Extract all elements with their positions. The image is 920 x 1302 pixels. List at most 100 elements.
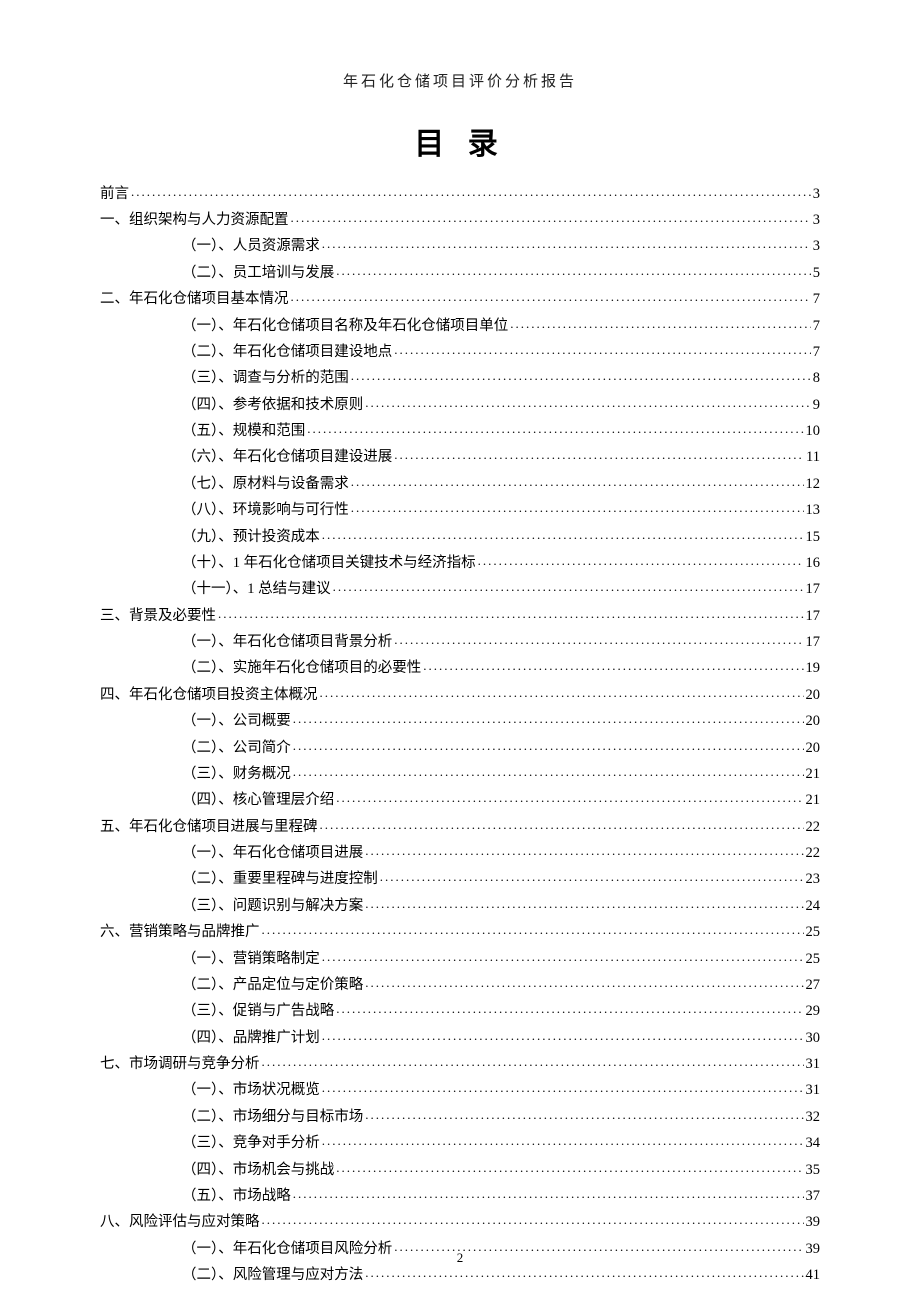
toc-entry-label: （一）、年石化仓储项目背景分析 [182, 635, 392, 650]
toc-entry[interactable]: （九）、预计投资成本 15 [100, 522, 820, 548]
toc-entry[interactable]: （三）、调查与分析的范围8 [100, 364, 820, 390]
toc-entry-label: （二）、风险管理与应对方法 [182, 1268, 363, 1283]
toc-entry[interactable]: （二）、重要里程碑与进度控制23 [100, 865, 820, 891]
toc-entry[interactable]: （八）、环境影响与可行性13 [100, 496, 820, 522]
toc-entry[interactable]: （三）、问题识别与解决方案24 [100, 891, 820, 917]
toc-entry[interactable]: （五）、市场战略37 [100, 1181, 820, 1207]
toc-entry-label: 二、年石化仓储项目基本情况 [100, 292, 289, 307]
toc-entry[interactable]: （四）、参考依据和技术原则9 [100, 390, 820, 416]
toc-entry-label: （四）、核心管理层介绍 [182, 793, 334, 808]
toc-entry[interactable]: （一）、人员资源需求 3 [100, 232, 820, 258]
toc-title: 目 录 [100, 119, 820, 163]
toc-entry-page: 19 [806, 661, 821, 676]
toc-leader-dots [394, 447, 804, 462]
toc-entry[interactable]: （二）、公司简介20 [100, 733, 820, 759]
toc-leader-dots [351, 368, 811, 383]
toc-entry[interactable]: （四）、市场机会与挑战35 [100, 1155, 820, 1181]
toc-leader-dots [291, 210, 811, 225]
toc-leader-dots [322, 236, 811, 251]
toc-entry[interactable]: （三）、竞争对手分析34 [100, 1129, 820, 1155]
toc-entry-page: 29 [806, 1004, 821, 1019]
toc-entry-label: （三）、促销与广告战略 [182, 1004, 334, 1019]
toc-entry-page: 20 [806, 688, 821, 703]
toc-leader-dots [262, 1054, 804, 1069]
toc-entry-label: 前言 [100, 187, 129, 202]
toc-entry-label: 六、营销策略与品牌推广 [100, 925, 260, 940]
toc-entry-page: 32 [806, 1110, 821, 1125]
toc-entry-label: （二）、实施年石化仓储项目的必要性 [182, 661, 421, 676]
toc-entry[interactable]: 三、背景及必要性 17 [100, 601, 820, 627]
toc-entry-page: 7 [813, 292, 820, 307]
toc-leader-dots [333, 579, 804, 594]
toc-entry-page: 8 [813, 371, 820, 386]
toc-entry-page: 10 [806, 424, 821, 439]
toc-entry-label: （五）、市场战略 [182, 1189, 291, 1204]
toc-entry[interactable]: 四、年石化仓储项目投资主体概况20 [100, 680, 820, 706]
toc-entry[interactable]: （二）、产品定位与定价策略27 [100, 970, 820, 996]
toc-entry[interactable]: （二）、实施年石化仓储项目的必要性 19 [100, 654, 820, 680]
page-number: 2 [0, 1250, 920, 1266]
toc-entry-page: 16 [806, 556, 821, 571]
toc-entry-label: （四）、市场机会与挑战 [182, 1163, 334, 1178]
toc-entry[interactable]: 二、年石化仓储项目基本情况 7 [100, 285, 820, 311]
toc-entry[interactable]: （四）、品牌推广计划30 [100, 1023, 820, 1049]
toc-entry-page: 21 [806, 793, 821, 808]
toc-entry-page: 17 [806, 609, 821, 624]
toc-leader-dots [131, 183, 811, 198]
toc-entry[interactable]: （二）、员工培训与发展5 [100, 258, 820, 284]
toc-entry-label: （四）、品牌推广计划 [182, 1031, 320, 1046]
toc-entry-page: 25 [806, 925, 821, 940]
toc-entry-label: （二）、公司简介 [182, 741, 291, 756]
toc-entry-label: （十）、1 年石化仓储项目关键技术与经济指标 [182, 556, 476, 571]
toc-leader-dots [293, 711, 804, 726]
toc-entry[interactable]: 前言3 [100, 179, 820, 205]
toc-entry[interactable]: （十）、1 年石化仓储项目关键技术与经济指标 16 [100, 548, 820, 574]
toc-entry-label: （二）、产品定位与定价策略 [182, 978, 363, 993]
toc-leader-dots [365, 1106, 803, 1121]
toc-leader-dots [336, 262, 811, 277]
toc-entry[interactable]: （三）、财务概况 21 [100, 759, 820, 785]
toc-entry[interactable]: （二）、年石化仓储项目建设地点7 [100, 337, 820, 363]
toc-entry-label: （一）、人员资源需求 [182, 239, 320, 254]
toc-entry-label: （三）、竞争对手分析 [182, 1136, 320, 1151]
toc-entry[interactable]: 一、组织架构与人力资源配置3 [100, 205, 820, 231]
toc-entry[interactable]: （六）、年石化仓储项目建设进展11 [100, 443, 820, 469]
toc-entry[interactable]: （一）、公司概要20 [100, 707, 820, 733]
toc-entry-page: 3 [813, 239, 820, 254]
toc-entry[interactable]: 五、年石化仓储项目进展与里程碑22 [100, 812, 820, 838]
toc-entry[interactable]: （七）、原材料与设备需求12 [100, 469, 820, 495]
toc-entry-page: 3 [813, 213, 820, 228]
toc-entry-page: 15 [806, 530, 821, 545]
toc-entry[interactable]: （四）、核心管理层介绍 21 [100, 786, 820, 812]
toc-entry[interactable]: 六、营销策略与品牌推广 25 [100, 918, 820, 944]
toc-leader-dots [322, 1027, 804, 1042]
toc-leader-dots [336, 790, 803, 805]
toc-entry-page: 21 [806, 767, 821, 782]
toc-entry-page: 23 [806, 872, 821, 887]
toc-entry[interactable]: 八、风险评估与应对策略39 [100, 1208, 820, 1234]
toc-entry[interactable]: （一）、年石化仓储项目名称及年石化仓储项目单位7 [100, 311, 820, 337]
toc-leader-dots [510, 315, 811, 330]
toc-leader-dots [322, 1133, 804, 1148]
toc-entry[interactable]: （一）、年石化仓储项目背景分析17 [100, 627, 820, 653]
toc-entry[interactable]: （一）、营销策略制定25 [100, 944, 820, 970]
toc-leader-dots [365, 895, 803, 910]
toc-entry-label: （一）、年石化仓储项目名称及年石化仓储项目单位 [182, 319, 508, 334]
toc-entry-label: 三、背景及必要性 [100, 609, 216, 624]
toc-leader-dots [351, 500, 804, 515]
toc-entry[interactable]: （十一）、1 总结与建议17 [100, 575, 820, 601]
toc-leader-dots [336, 1159, 803, 1174]
toc-entry-label: （九）、预计投资成本 [182, 530, 320, 545]
toc-entry-label: （三）、财务概况 [182, 767, 291, 782]
toc-entry-page: 12 [806, 477, 821, 492]
toc-entry[interactable]: （五）、规模和范围10 [100, 416, 820, 442]
toc-entry[interactable]: （一）、市场状况概览31 [100, 1076, 820, 1102]
toc-entry[interactable]: （三）、促销与广告战略 29 [100, 997, 820, 1023]
toc-leader-dots [262, 1212, 804, 1227]
toc-entry[interactable]: 七、市场调研与竞争分析31 [100, 1049, 820, 1075]
toc-entry-page: 13 [806, 503, 821, 518]
toc-entry[interactable]: （二）、市场细分与目标市场32 [100, 1102, 820, 1128]
toc-entry-label: 七、市场调研与竞争分析 [100, 1057, 260, 1072]
toc-leader-dots [293, 763, 804, 778]
toc-entry[interactable]: （一）、年石化仓储项目进展22 [100, 838, 820, 864]
